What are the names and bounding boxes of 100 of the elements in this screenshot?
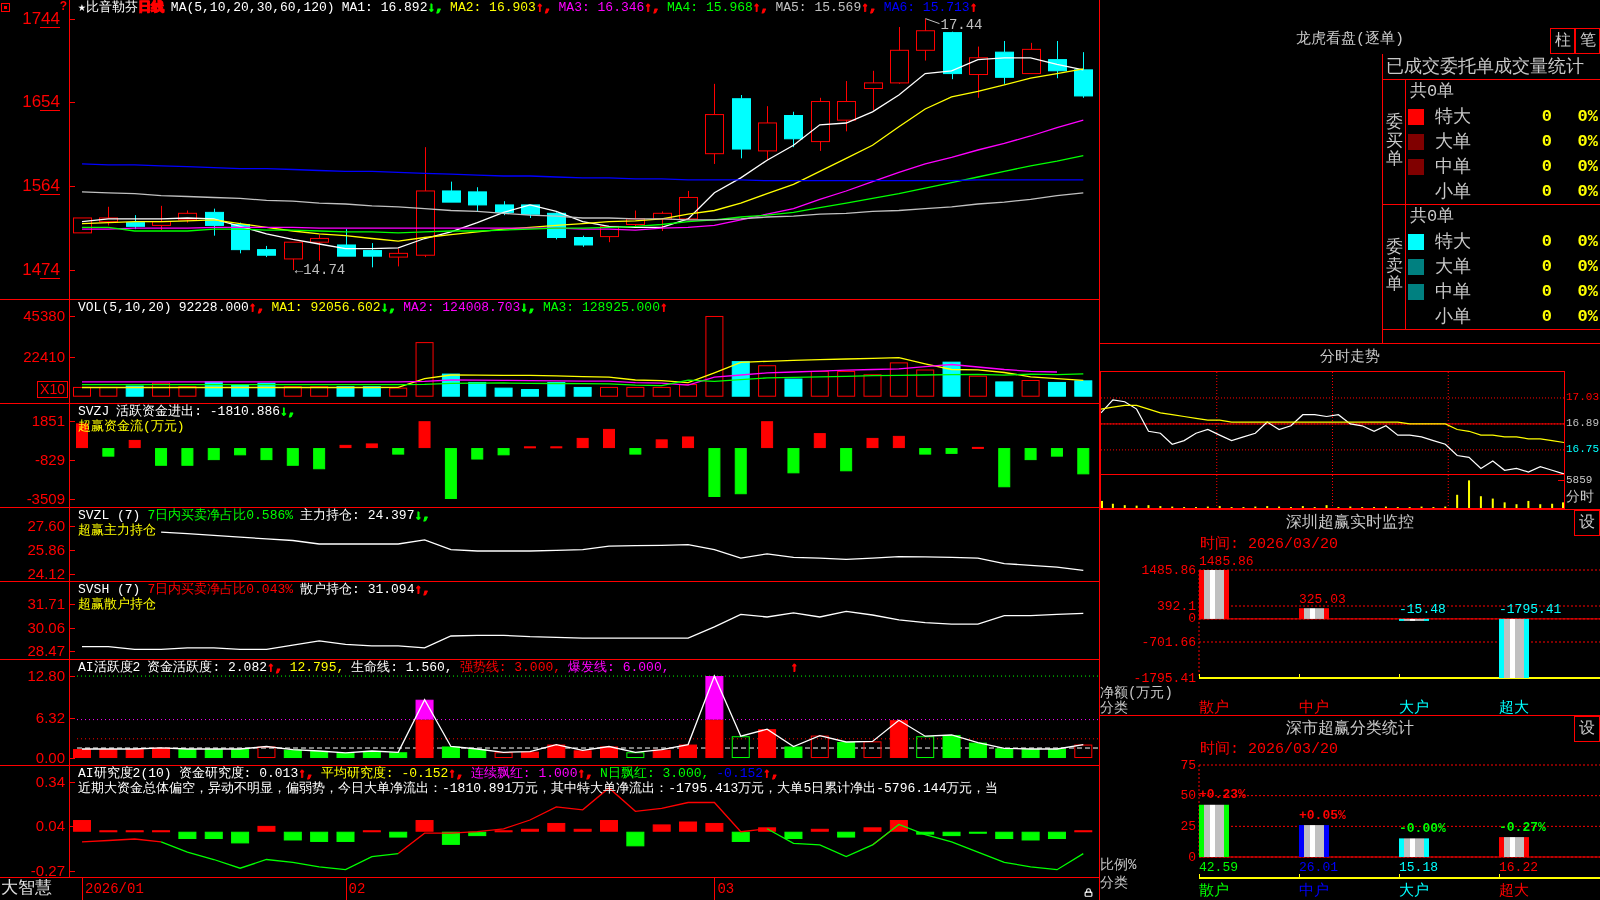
legend-text: 资金活跃度: 2.082 xyxy=(147,660,267,675)
legend-text: MA2: 16.903 xyxy=(450,0,536,15)
legend-text: ↓, xyxy=(427,0,444,15)
axis-tick-label: 22410 xyxy=(23,348,65,365)
order-count: 0 xyxy=(1540,231,1552,252)
legend-text: ↑, xyxy=(752,0,769,15)
category-label: 中户 xyxy=(1299,882,1329,900)
axis-title: 比例% xyxy=(1100,857,1137,873)
high-price-label: 17.44 xyxy=(940,16,983,33)
legend-text: ↑ xyxy=(969,0,978,15)
brand-name: 大智慧 xyxy=(1,879,52,899)
axis-tick-label: 1485.86 xyxy=(1141,562,1196,578)
axis-tick-label: 0.00 xyxy=(35,750,65,766)
axis-tick-label: 1654 xyxy=(22,93,60,112)
order-type: 大单 xyxy=(1435,256,1472,277)
value-label: 26.01 xyxy=(1299,859,1338,875)
legend-text: MA1: 92056.602 xyxy=(271,300,381,315)
value-label: 42.59 xyxy=(1199,859,1238,875)
axis-tick-label: 28.47 xyxy=(27,642,65,659)
legend-text: SVZJ xyxy=(78,404,110,419)
axis-tick-label: 1851 xyxy=(31,413,65,430)
axis-tick-label: 16.75 xyxy=(1566,443,1599,457)
axis-tick-label: 1744 xyxy=(22,9,60,28)
date-label: 2026/01 xyxy=(85,880,144,898)
order-count: 0 xyxy=(1540,281,1552,302)
order-type: 中单 xyxy=(1435,281,1472,302)
legend-text: MA2: 124008.703 xyxy=(403,300,521,315)
category-label: 散户 xyxy=(1199,699,1229,715)
order-type: 大单 xyxy=(1435,131,1472,152)
legend-text: MA4: 15.968 xyxy=(666,0,753,15)
axis-tick-label: 31.71 xyxy=(27,596,65,613)
axis-tick-label: 27.60 xyxy=(27,517,65,534)
axis-tick-label: 1564 xyxy=(22,177,60,196)
change-label: +0.05% xyxy=(1299,807,1346,823)
legend-text: SVZL (7) xyxy=(78,508,141,523)
order-count: 0 xyxy=(1540,131,1552,152)
order-total: 共0单 xyxy=(1410,207,1455,227)
legend-text: ↑, xyxy=(763,766,779,781)
legend-text: ↑, xyxy=(298,766,314,781)
timestamp: 时间: 2026/03/20 xyxy=(1200,741,1339,758)
order-percent: 0% xyxy=(1576,106,1599,127)
legend-text: 资金研究度: 0.013 xyxy=(178,766,299,781)
axis-title: 分类 xyxy=(1100,700,1128,715)
legend-text: ↑ xyxy=(659,300,668,315)
low-price-label: ←14.74 xyxy=(294,262,346,279)
order-type: 中单 xyxy=(1435,156,1472,177)
legend-text: 主力持仓: 24.397 xyxy=(300,508,415,523)
category-label: 散户 xyxy=(1199,882,1229,900)
legend-text: ↑, xyxy=(535,0,552,15)
legend-text: ↑, xyxy=(577,766,594,781)
legend-text: N日飘红: 3.000, xyxy=(600,766,710,781)
axis-tick-label: 12.80 xyxy=(27,668,65,684)
legend-text: 92228.000 xyxy=(178,300,249,315)
legend-text: ↓, xyxy=(380,300,397,315)
table-title: 已成交委托单成交量统计 xyxy=(1386,56,1584,77)
legend-text: ★比音勒芬 xyxy=(78,0,138,15)
axis-tick-label: 16.89 xyxy=(1566,417,1599,431)
legend-text: 超赢散户持仓 xyxy=(78,597,156,612)
legend-text: MA3: 128925.000 xyxy=(542,300,660,315)
axis-tick-label: 50 xyxy=(1180,788,1196,804)
axis-tick-label: 0.04 xyxy=(35,817,65,834)
legend-text: SVSH (7) xyxy=(78,582,141,597)
value-label: 325.03 xyxy=(1299,591,1346,607)
group-label: 委卖单 xyxy=(1385,238,1403,296)
legend-text: -0.152 xyxy=(716,766,764,781)
axis-tick-label: 392.1 xyxy=(1157,598,1196,614)
legend-text: 强势线: 3.000, xyxy=(459,660,562,675)
legend-text: 平均研究度: -0.152 xyxy=(320,766,449,781)
category-label: 大户 xyxy=(1399,699,1429,715)
group-label: 委买单 xyxy=(1385,113,1403,171)
panel-title: 深市超赢分类统计 xyxy=(1286,720,1414,738)
order-count: 0 xyxy=(1540,156,1552,177)
axis-tick-label: 25 xyxy=(1180,818,1196,834)
legend-text: MA5: 15.569 xyxy=(775,0,862,15)
axis-tick-label: 45380 xyxy=(23,308,65,324)
legend-text: AI活跃度2 xyxy=(78,660,141,675)
value-label: 1485.86 xyxy=(1199,553,1254,569)
legend-text: MA3: 16.346 xyxy=(558,0,645,15)
legend-text: ↑, xyxy=(861,0,877,15)
axis-tick-label: 5859 xyxy=(1566,473,1593,487)
legend-text: ↓, xyxy=(520,300,536,315)
axis-tick-label: -0.27 xyxy=(30,863,65,880)
order-count: 0 xyxy=(1540,256,1552,277)
date-label: 03 xyxy=(717,880,735,898)
axis-tick-label: 6.32 xyxy=(35,709,65,726)
date-label: 02 xyxy=(348,880,366,898)
legend-text: 日线 xyxy=(137,0,164,15)
axis-title: 分类 xyxy=(1100,875,1128,891)
legend-text: AI研究度2(10) xyxy=(78,766,172,781)
legend-text: MA1: 16.892 xyxy=(341,0,428,15)
order-percent: 0% xyxy=(1576,231,1599,252)
order-count: 0 xyxy=(1540,306,1552,327)
axis-title: 净额(万元) xyxy=(1100,685,1173,701)
order-percent: 0% xyxy=(1576,156,1599,177)
order-percent: 0% xyxy=(1576,256,1599,277)
legend-text: 生命线: 1.560, xyxy=(351,660,453,675)
axis-tick-label: 25.86 xyxy=(27,542,65,558)
legend-text: MA6: 15.713 xyxy=(883,0,970,15)
value-label: 16.22 xyxy=(1499,859,1538,875)
legend-text: 爆发线: 6.000, xyxy=(568,660,670,675)
